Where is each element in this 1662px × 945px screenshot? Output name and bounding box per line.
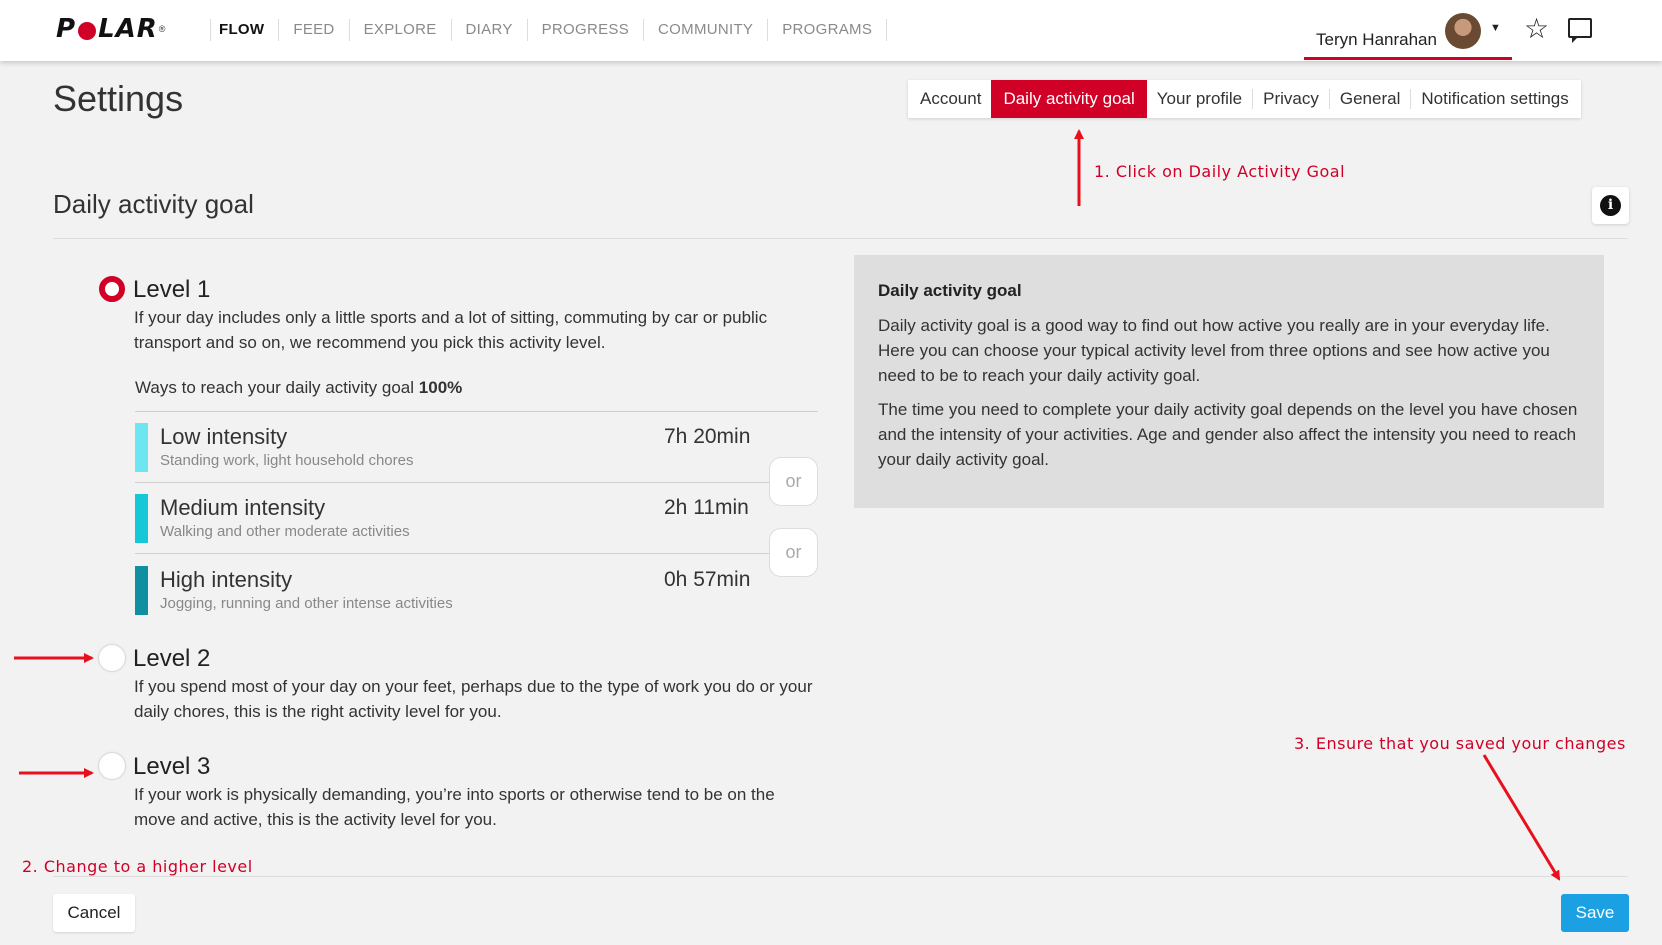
high-intensity-subtitle: Jogging, running and other intense activ… bbox=[160, 595, 453, 612]
divider bbox=[53, 876, 1628, 877]
info-panel-title: Daily activity goal bbox=[878, 281, 1022, 300]
user-menu[interactable]: Teryn Hanrahan ▼ bbox=[1304, 10, 1512, 60]
avatar bbox=[1445, 13, 1481, 49]
message-icon[interactable] bbox=[1568, 18, 1592, 43]
info-panel-paragraph: Daily activity goal is a good way to fin… bbox=[878, 316, 1550, 385]
chevron-down-icon: ▼ bbox=[1490, 22, 1501, 34]
divider bbox=[135, 553, 818, 554]
logo-letters: LAR bbox=[98, 14, 158, 44]
nav-community[interactable]: COMMUNITY bbox=[643, 19, 767, 41]
annotation-step-3: 3. Ensure that you saved your changes bbox=[1294, 734, 1626, 753]
main-nav: FLOW FEED EXPLORE DIARY PROGRESS COMMUNI… bbox=[210, 18, 888, 42]
page-title: Settings bbox=[53, 78, 184, 119]
ways-to-reach-label: Ways to reach your daily activity goal 1… bbox=[135, 378, 462, 398]
cancel-button[interactable]: Cancel bbox=[53, 894, 135, 932]
info-panel-paragraph: The time you need to complete your daily… bbox=[878, 400, 1578, 469]
ways-percentage: 100% bbox=[418, 378, 463, 397]
annotation-step-2: 2. Change to a higher level bbox=[22, 857, 253, 876]
level-2-description: If you spend most of your day on your fe… bbox=[134, 677, 813, 721]
level-3-title: Level 3 bbox=[133, 753, 211, 780]
tab-your-profile[interactable]: Your profile bbox=[1147, 89, 1252, 109]
star-icon[interactable]: ☆ bbox=[1524, 14, 1549, 44]
tab-account[interactable]: Account bbox=[908, 89, 991, 109]
section-title: Daily activity goal bbox=[53, 189, 254, 219]
nav-flow[interactable]: FLOW bbox=[210, 19, 278, 41]
level-3-description: If your work is physically demanding, yo… bbox=[134, 785, 775, 829]
tab-daily-activity-goal[interactable]: Daily activity goal bbox=[991, 80, 1147, 118]
logo-dot bbox=[78, 22, 97, 40]
nav-diary[interactable]: DIARY bbox=[450, 19, 527, 41]
low-intensity-bar bbox=[135, 423, 148, 472]
registered-mark: ® bbox=[158, 24, 166, 34]
ways-label: Ways to reach your daily activity goal bbox=[135, 378, 415, 397]
level-1-description: If your day includes only a little sport… bbox=[134, 308, 768, 352]
level-2-title: Level 2 bbox=[133, 645, 211, 672]
nav-feed[interactable]: FEED bbox=[278, 19, 348, 41]
high-intensity-bar bbox=[135, 566, 148, 615]
top-navigation-bar: P LAR ® FLOW FEED EXPLORE DIARY PROGRESS… bbox=[0, 0, 1662, 61]
nav-progress[interactable]: PROGRESS bbox=[526, 19, 643, 41]
tab-notification-settings[interactable]: Notification settings bbox=[1410, 89, 1580, 109]
level-3-radio[interactable] bbox=[99, 753, 125, 779]
high-intensity-name: High intensity bbox=[160, 567, 293, 592]
medium-intensity-subtitle: Walking and other moderate activities bbox=[160, 523, 410, 540]
user-name: Teryn Hanrahan bbox=[1316, 30, 1437, 49]
level-1-title: Level 1 bbox=[133, 276, 211, 303]
polar-logo[interactable]: P LAR ® bbox=[56, 14, 165, 44]
or-badge: or bbox=[769, 457, 818, 506]
or-badge: or bbox=[769, 528, 818, 577]
annotation-step-1: 1. Click on Daily Activity Goal bbox=[1094, 162, 1346, 181]
logo-letter-p: P bbox=[56, 14, 77, 44]
level-2-radio[interactable] bbox=[99, 645, 125, 671]
medium-intensity-name: Medium intensity bbox=[160, 495, 326, 520]
low-intensity-time: 7h 20min bbox=[664, 425, 751, 448]
low-intensity-name: Low intensity bbox=[160, 424, 288, 449]
settings-tabs: Account Daily activity goal Your profile… bbox=[908, 80, 1581, 118]
level-1-radio[interactable] bbox=[99, 276, 125, 302]
medium-intensity-time: 2h 11min bbox=[664, 496, 749, 519]
divider bbox=[135, 482, 818, 483]
arrow-to-save bbox=[1482, 754, 1561, 881]
nav-programs[interactable]: PROGRAMS bbox=[767, 19, 888, 41]
high-intensity-time: 0h 57min bbox=[664, 568, 751, 591]
save-button[interactable]: Save bbox=[1561, 894, 1629, 932]
divider bbox=[53, 238, 1628, 239]
info-icon: i bbox=[1600, 195, 1621, 216]
medium-intensity-bar bbox=[135, 494, 148, 543]
info-panel: Daily activity goal Daily activity goal … bbox=[854, 255, 1604, 508]
tab-privacy[interactable]: Privacy bbox=[1252, 89, 1329, 109]
nav-explore[interactable]: EXPLORE bbox=[348, 19, 451, 41]
divider bbox=[135, 411, 818, 412]
tab-general[interactable]: General bbox=[1328, 89, 1410, 109]
info-button[interactable]: i bbox=[1592, 187, 1629, 224]
low-intensity-subtitle: Standing work, light household chores bbox=[160, 452, 414, 469]
